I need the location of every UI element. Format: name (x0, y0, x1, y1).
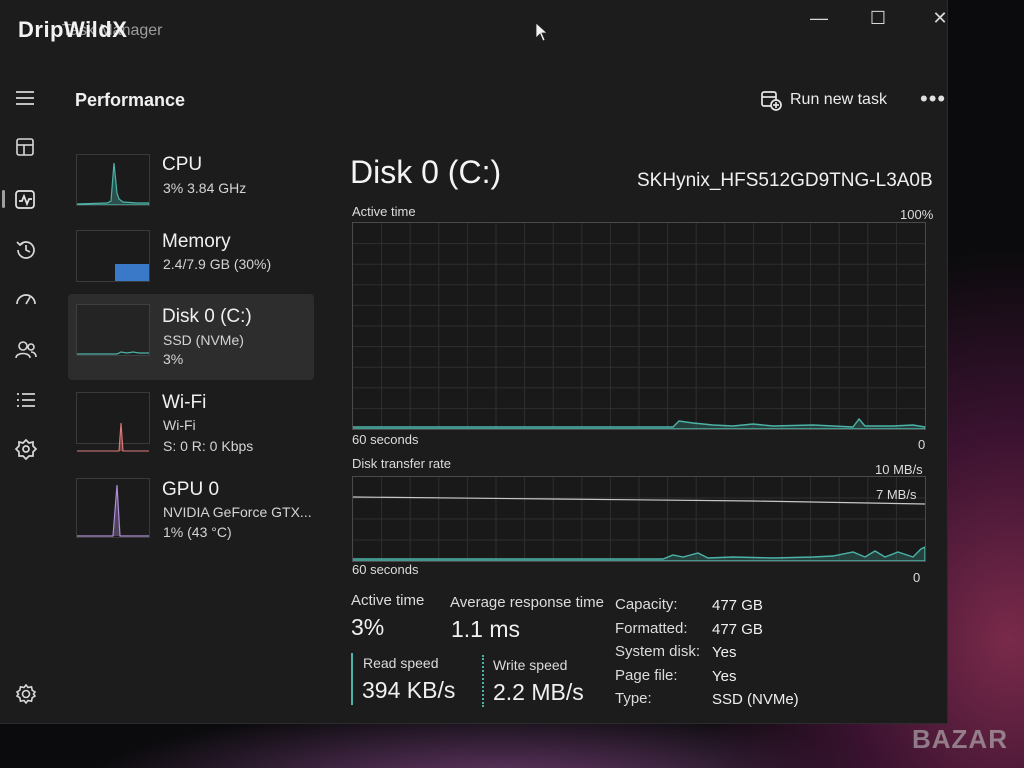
app-history-icon[interactable] (12, 236, 40, 264)
sidebar-item-sub2: 3% (163, 351, 184, 367)
avg-response-label: Average response time (450, 594, 604, 611)
property-key: Page file: (615, 667, 678, 684)
disk-title: Disk 0 (C:) (350, 154, 502, 190)
settings-icon[interactable] (12, 680, 40, 708)
transfer-rate-graph (352, 476, 926, 562)
task-manager-window: Task Manager DripWildX — ☐ ✕ Performance… (0, 0, 948, 724)
disk-model: SKHynix_HFS512GD9TNG-L3A0B (637, 170, 933, 191)
property-value: Yes (712, 668, 737, 685)
read-speed-value: 394 KB/s (362, 677, 456, 703)
sidebar-item-sub: 2.4/7.9 GB (30%) (163, 256, 272, 272)
sidebar-item-sub: Wi-Fi (163, 417, 196, 433)
sidebar-item-label: Wi-Fi (162, 392, 207, 413)
sidebar-item-sub2: S: 0 R: 0 Kbps (163, 438, 254, 454)
transfer-rate-graph-mid: 7 MB/s (876, 487, 917, 502)
details-icon[interactable] (12, 386, 40, 414)
minimize-button[interactable]: — (799, 6, 839, 30)
close-button[interactable]: ✕ (920, 6, 960, 30)
run-task-icon (761, 91, 782, 111)
processes-icon[interactable] (12, 134, 40, 162)
sidebar-item-disk[interactable]: Disk 0 (C:) SSD (NVMe) 3% (68, 294, 314, 380)
active-time-value: 3% (351, 614, 385, 640)
services-icon[interactable] (12, 436, 40, 464)
disk-thumbnail (76, 304, 150, 356)
property-key: System disk: (615, 643, 701, 660)
write-speed-label: Write speed (493, 657, 568, 673)
maximize-button[interactable]: ☐ (858, 6, 898, 30)
sidebar-item-wifi[interactable]: Wi-Fi Wi-Fi S: 0 R: 0 Kbps (68, 386, 314, 472)
sidebar-item-sub2: 1% (43 °C) (163, 524, 232, 540)
transfer-rate-graph-duration: 60 seconds (352, 562, 419, 577)
menu-icon[interactable] (12, 84, 40, 112)
property-value: 477 GB (712, 597, 763, 614)
avg-response-value: 1.1 ms (451, 616, 521, 642)
mouse-cursor-icon (535, 22, 549, 42)
sidebar-item-sub: SSD (NVMe) (163, 332, 244, 348)
run-new-task-button[interactable]: Run new task (760, 86, 887, 114)
active-time-graph-label: Active time (352, 204, 416, 219)
property-value: SSD (NVMe) (712, 691, 799, 708)
more-options-button[interactable]: ••• (920, 86, 946, 112)
sidebar-item-label: Memory (162, 231, 231, 252)
cpu-thumbnail (76, 154, 150, 206)
property-value: Yes (712, 644, 737, 661)
title-bar: Task Manager DripWildX — ☐ ✕ (0, 0, 948, 60)
sidebar-item-label: GPU 0 (162, 479, 220, 500)
property-key: Capacity: (615, 596, 678, 613)
sidebar-item-cpu[interactable]: CPU 3% 3.84 GHz (68, 144, 314, 230)
active-time-graph-duration: 60 seconds (352, 432, 419, 447)
app-title: DripWildX (18, 17, 128, 42)
sidebar-item-sub: NVIDIA GeForce GTX... (163, 504, 312, 520)
write-speed-block: Write speed 2.2 MB/s (482, 655, 602, 707)
read-speed-label: Read speed (363, 655, 439, 671)
nav-active-indicator (2, 190, 5, 208)
transfer-rate-graph-max: 10 MB/s (875, 462, 923, 477)
performance-icon[interactable] (12, 186, 40, 214)
write-speed-value: 2.2 MB/s (493, 679, 584, 705)
memory-thumbnail (76, 230, 150, 282)
read-speed-block: Read speed 394 KB/s (351, 653, 471, 705)
sidebar-item-label: CPU (162, 154, 203, 175)
run-task-label: Run new task (790, 91, 887, 108)
watermark-logo: BAZAR (912, 724, 1008, 754)
transfer-rate-graph-min: 0 (913, 570, 921, 585)
wifi-thumbnail (76, 392, 150, 452)
gpu-thumbnail (76, 478, 150, 538)
property-key: Formatted: (615, 620, 688, 637)
page-title: Performance (75, 90, 186, 110)
active-time-graph-max: 100% (900, 207, 934, 222)
users-icon[interactable] (12, 336, 40, 364)
property-value: 477 GB (712, 621, 763, 638)
property-key: Type: (615, 690, 652, 707)
sidebar-item-gpu[interactable]: GPU 0 NVIDIA GeForce GTX... 1% (43 °C) (68, 470, 314, 556)
startup-apps-icon[interactable] (12, 286, 40, 314)
transfer-rate-graph-label: Disk transfer rate (352, 456, 451, 471)
active-time-graph-min: 0 (918, 437, 926, 452)
sidebar-item-label: Disk 0 (C:) (162, 306, 252, 327)
sidebar-item-sub: 3% 3.84 GHz (163, 180, 247, 196)
active-time-graph (352, 222, 926, 430)
active-time-label: Active time (351, 592, 425, 609)
memory-usage-fill (115, 264, 149, 281)
